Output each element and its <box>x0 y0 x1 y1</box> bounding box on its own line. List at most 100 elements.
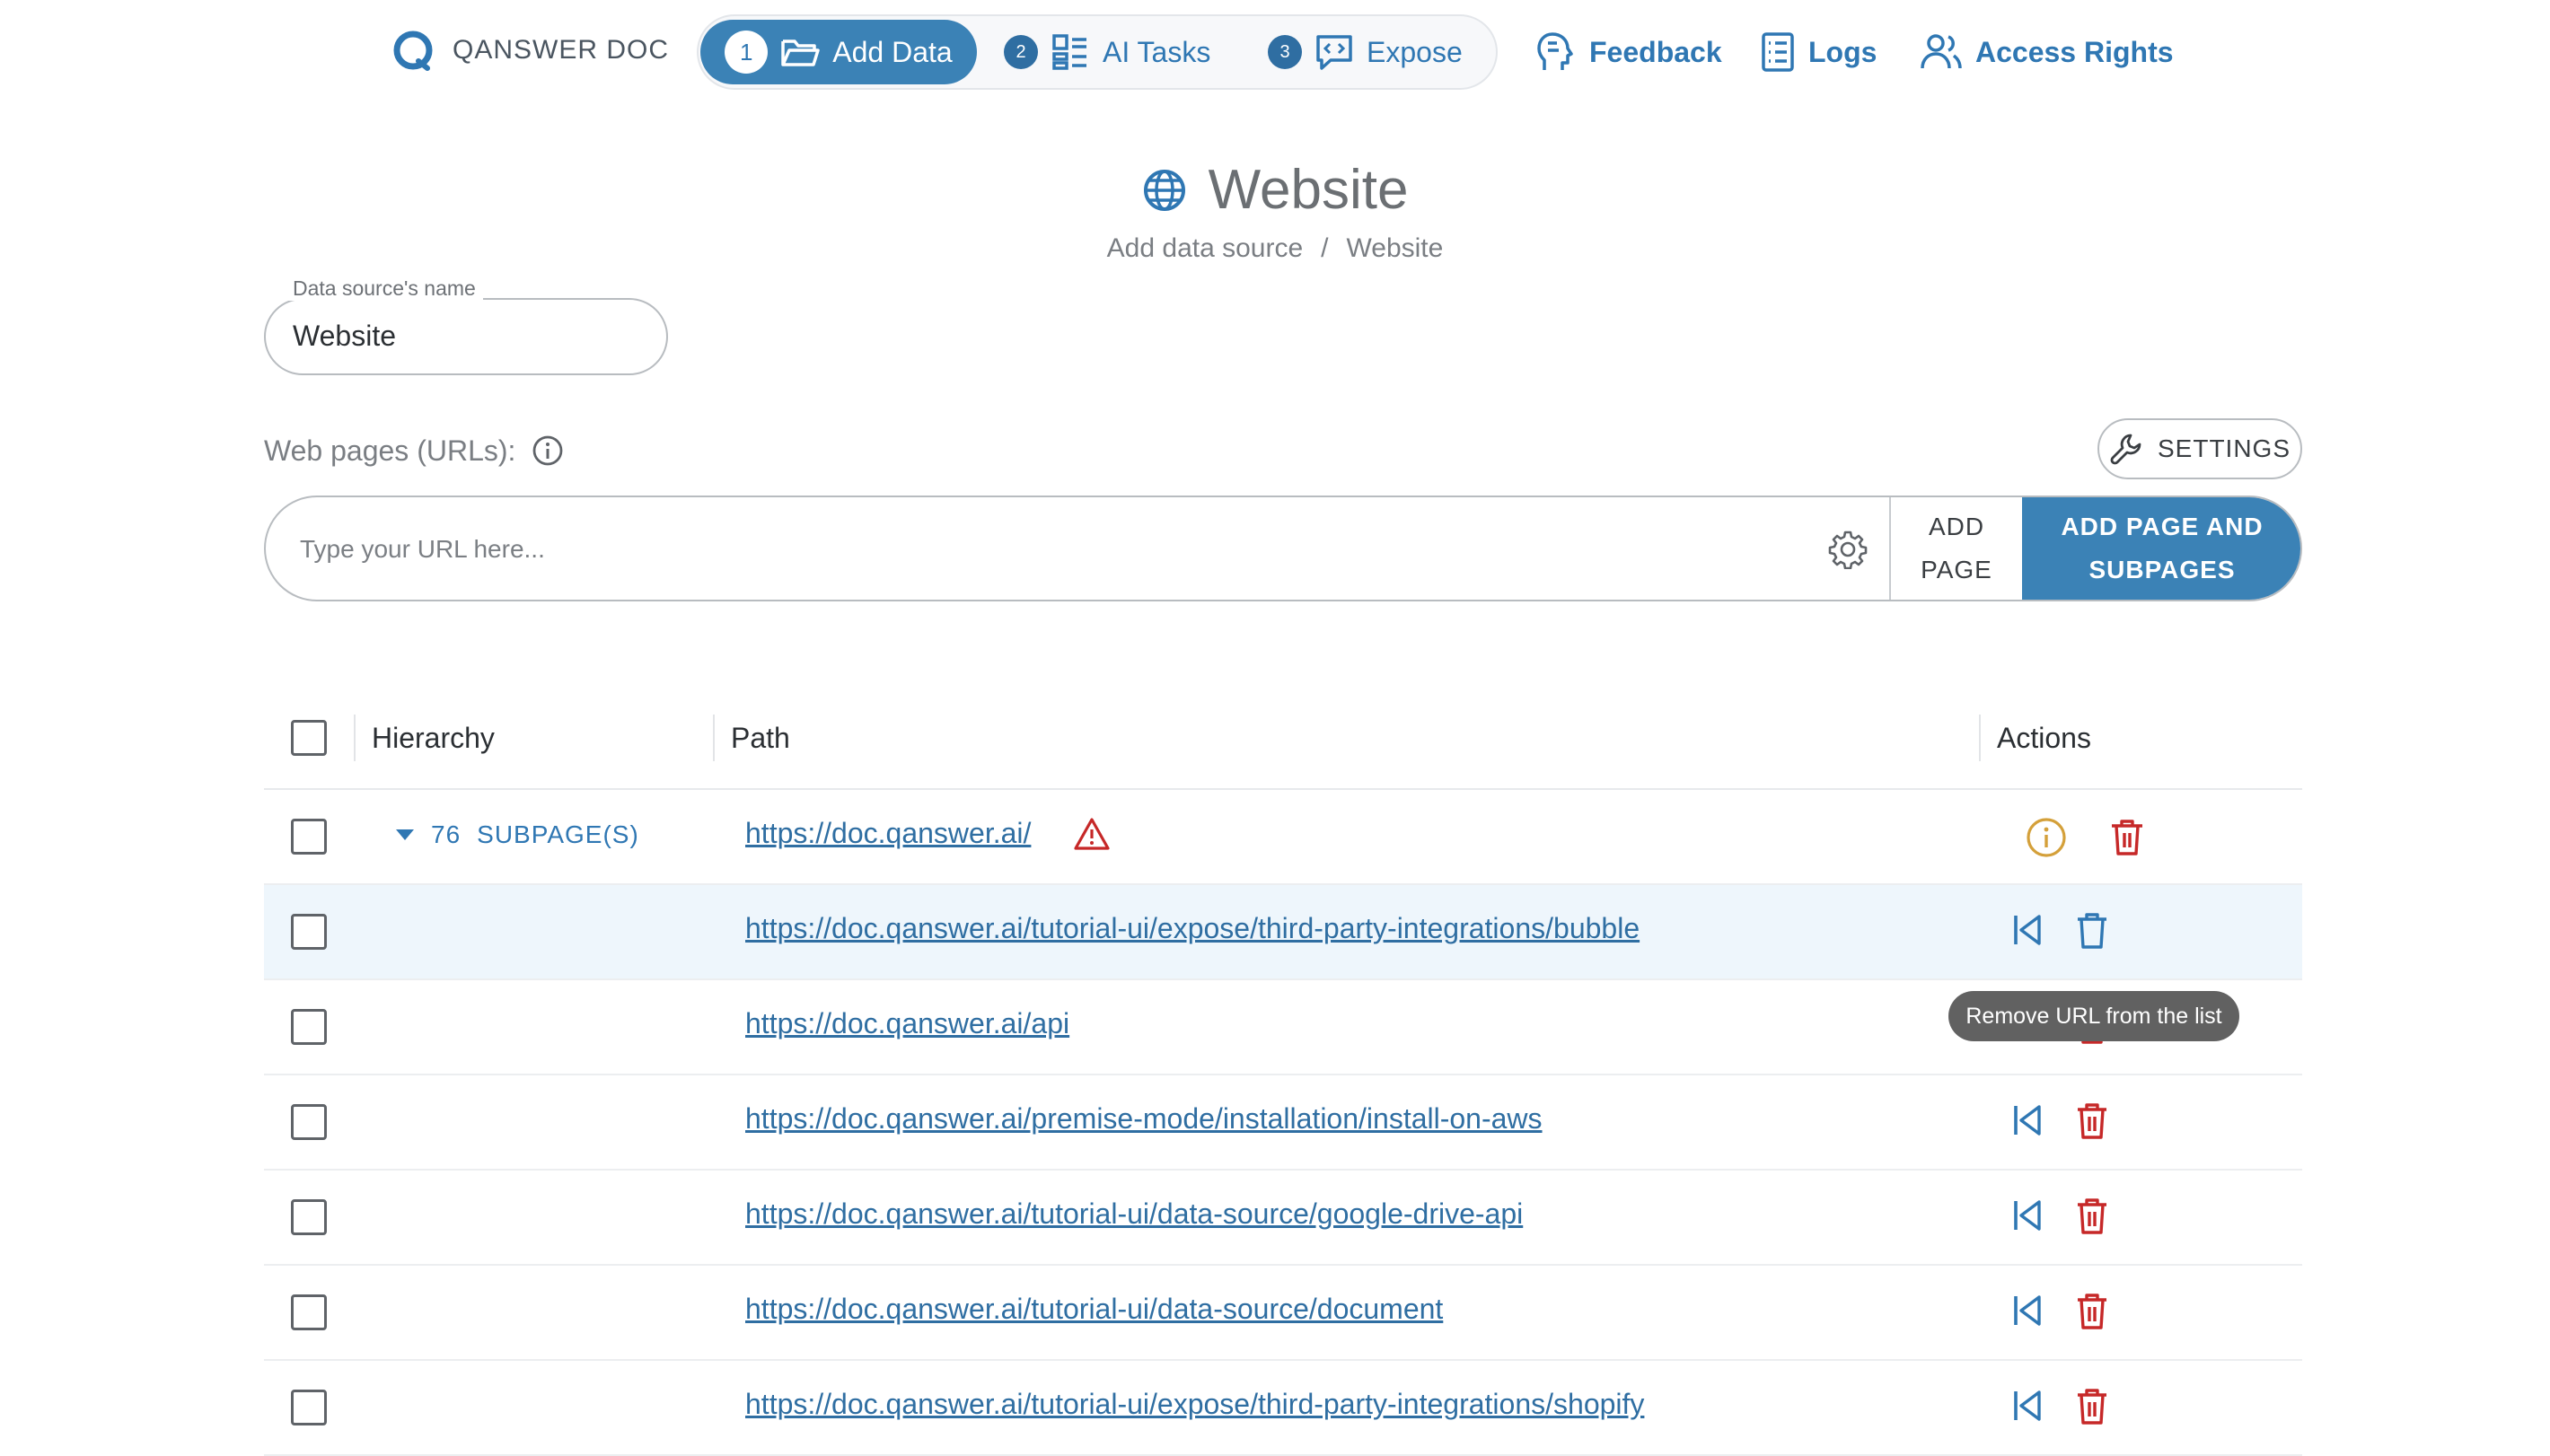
subpage-count-label: SUBPAGE(S) <box>477 820 639 848</box>
table-row: https://doc.qanswer.ai/tutorial-ui/expos… <box>264 885 2302 980</box>
column-separator <box>713 715 715 761</box>
row-checkbox[interactable] <box>291 914 327 950</box>
skip-back-icon <box>2014 1295 2041 1326</box>
trash-icon <box>2078 1103 2106 1139</box>
step-number: 2 <box>1004 35 1038 69</box>
wrench-icon <box>2110 434 2141 465</box>
skip-back-icon <box>2014 1200 2041 1231</box>
settings-button[interactable]: SETTINGS <box>2097 418 2302 479</box>
workflow-stepper: 1 Add Data 2 AI Tasks 3 Expose <box>697 14 1498 90</box>
remove-url-button[interactable] <box>2076 912 2108 950</box>
table-row: https://doc.qanswer.ai/tutorial-ui/data-… <box>264 1266 2302 1361</box>
table-row: https://doc.qanswer.ai/tutorial-ui/expos… <box>264 1361 2302 1456</box>
add-subpages-label-line1: ADD PAGE AND <box>2061 513 2264 540</box>
breadcrumb-parent[interactable]: Add data source <box>1107 233 1303 264</box>
step-number: 1 <box>725 31 769 74</box>
add-subpages-label-line2: SUBPAGES <box>2088 556 2236 583</box>
header-actions: Actions <box>1997 721 2091 754</box>
step-label: Add Data <box>832 35 953 68</box>
restore-url-button[interactable] <box>2011 1197 2044 1233</box>
subpages-toggle[interactable]: 76 SUBPAGE(S) <box>395 820 639 849</box>
add-page-and-subpages-button[interactable]: ADD PAGE AND SUBPAGES <box>2022 497 2300 600</box>
gear-icon[interactable] <box>1828 530 1868 569</box>
trash-icon <box>2078 1294 2106 1329</box>
nav-feedback-label: Feedback <box>1589 35 1722 68</box>
row-url-link[interactable]: https://doc.qanswer.ai/premise-mode/inst… <box>745 1102 1543 1136</box>
skip-back-icon <box>2014 1390 2041 1421</box>
restore-url-button[interactable] <box>2011 912 2044 948</box>
qanswer-logo-icon <box>393 31 433 71</box>
row-checkbox[interactable] <box>291 1390 327 1425</box>
trash-icon <box>2078 1198 2106 1234</box>
table-row: https://doc.qanswer.ai/premise-mode/inst… <box>264 1075 2302 1171</box>
header-hierarchy[interactable]: Hierarchy <box>372 688 495 788</box>
trash-icon[interactable] <box>2110 819 2144 856</box>
row-url-link[interactable]: https://doc.qanswer.ai/tutorial-ui/expos… <box>745 912 1640 945</box>
nav-logs[interactable]: Logs <box>1760 27 1877 77</box>
caret-down-icon <box>396 829 414 840</box>
url-input-group: ADD PAGE ADD PAGE AND SUBPAGES <box>264 496 2302 601</box>
list-tasks-icon <box>1052 34 1086 70</box>
row-url-link[interactable]: https://doc.qanswer.ai/tutorial-ui/data-… <box>745 1197 1523 1231</box>
remove-url-tooltip: Remove URL from the list <box>1948 991 2239 1041</box>
url-rows: https://doc.qanswer.ai/tutorial-ui/expos… <box>264 885 2302 1456</box>
select-all-checkbox[interactable] <box>291 720 327 756</box>
breadcrumb: Add data source / Website <box>0 233 2550 264</box>
row-url-link[interactable]: https://doc.qanswer.ai/ <box>745 817 1031 850</box>
row-checkbox[interactable] <box>291 1294 327 1330</box>
add-page-label-line2: PAGE <box>1921 556 1992 583</box>
restore-url-button[interactable] <box>2011 1293 2044 1329</box>
skip-back-icon <box>2014 915 2041 945</box>
remove-url-button[interactable] <box>2076 1388 2108 1425</box>
nav-feedback[interactable]: Feedback <box>1535 27 1722 77</box>
step-add-data[interactable]: 1 Add Data <box>700 20 977 84</box>
data-source-name-label: Data source's name <box>286 276 483 301</box>
web-pages-label-text: Web pages (URLs): <box>264 434 516 467</box>
column-separator <box>354 715 356 761</box>
row-checkbox[interactable] <box>291 1009 327 1045</box>
trash-icon <box>2078 913 2106 949</box>
page-title: Website <box>0 158 2550 222</box>
add-page-button[interactable]: ADD PAGE <box>1889 497 2022 600</box>
app-logo[interactable]: QANSWER DOC <box>391 27 669 74</box>
page-title-text: Website <box>1208 159 1409 221</box>
nav-access-rights[interactable]: Access Rights <box>1920 27 2174 77</box>
data-source-name-value[interactable]: Website <box>293 320 396 353</box>
code-bubble-icon <box>1316 35 1352 70</box>
settings-button-label: SETTINGS <box>2157 434 2291 462</box>
step-ai-tasks[interactable]: 2 AI Tasks <box>1004 20 1210 84</box>
remove-url-button[interactable] <box>2076 1197 2108 1235</box>
globe-icon <box>1143 169 1185 211</box>
info-circle-icon[interactable] <box>2026 817 2067 858</box>
url-input[interactable] <box>298 519 2044 580</box>
table-header: Hierarchy Path Actions <box>264 688 2302 790</box>
warning-triangle-icon[interactable] <box>1074 817 1110 851</box>
row-checkbox[interactable] <box>291 1104 327 1140</box>
remove-url-button[interactable] <box>2076 1293 2108 1330</box>
row-url-link[interactable]: https://doc.qanswer.ai/tutorial-ui/expos… <box>745 1388 1644 1421</box>
step-label: AI Tasks <box>1103 35 1211 68</box>
folder-open-icon <box>781 39 821 66</box>
users-icon <box>1921 34 1962 69</box>
column-separator <box>1979 715 1981 761</box>
logs-list-icon <box>1762 32 1794 72</box>
skip-back-icon <box>2014 1105 2041 1136</box>
trash-icon <box>2078 1389 2106 1425</box>
restore-url-button[interactable] <box>2011 1102 2044 1138</box>
header-path[interactable]: Path <box>731 688 790 788</box>
url-table: Hierarchy Path Actions 76 SUBPAGE(S) htt… <box>264 688 2302 1456</box>
app-name: QANSWER DOC <box>453 35 670 65</box>
nav-logs-label: Logs <box>1808 35 1877 68</box>
row-url-link[interactable]: https://doc.qanswer.ai/api <box>745 1007 1069 1040</box>
row-url-link[interactable]: https://doc.qanswer.ai/tutorial-ui/data-… <box>745 1293 1443 1326</box>
step-expose[interactable]: 3 Expose <box>1268 20 1463 84</box>
info-icon[interactable] <box>532 434 564 467</box>
row-checkbox[interactable] <box>291 1199 327 1235</box>
breadcrumb-current: Website <box>1346 233 1444 263</box>
row-checkbox[interactable] <box>291 819 327 855</box>
remove-url-button[interactable] <box>2076 1102 2108 1140</box>
restore-url-button[interactable] <box>2011 1388 2044 1424</box>
step-number: 3 <box>1268 35 1302 69</box>
step-label: Expose <box>1367 35 1463 68</box>
table-row: https://doc.qanswer.ai/tutorial-ui/data-… <box>264 1171 2302 1266</box>
